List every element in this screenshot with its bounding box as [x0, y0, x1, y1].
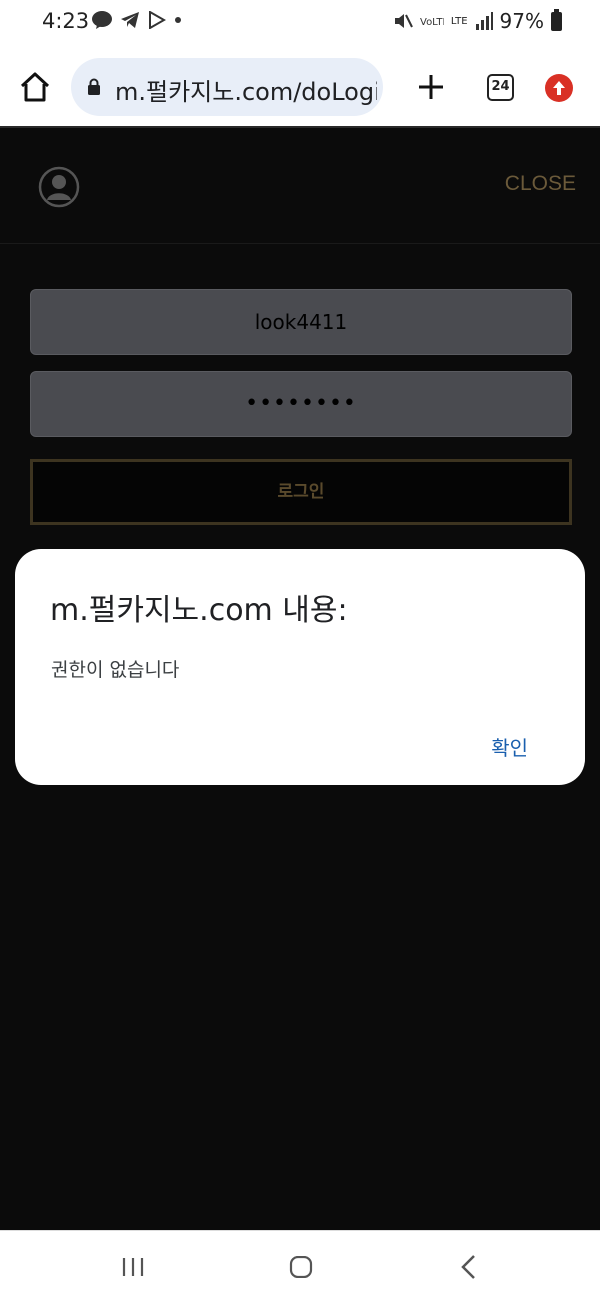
close-button[interactable]: CLOSE [505, 172, 576, 196]
address-bar[interactable]: m.펄카지노.com/doLogin [71, 58, 383, 116]
talk-icon [92, 11, 112, 29]
alert-dialog: m.펄카지노.com 내용: 권한이 없습니다 확인 [15, 549, 585, 785]
notification-icons [92, 11, 182, 29]
header-divider [0, 243, 600, 244]
clock: 4:23 [42, 9, 90, 33]
new-tab-icon[interactable] [414, 70, 448, 104]
telegram-icon [121, 12, 139, 28]
username-input[interactable]: look4411 [30, 289, 572, 355]
more-notifications-icon [175, 17, 181, 23]
mute-icon [394, 14, 413, 28]
signal-icon [475, 12, 493, 30]
password-input[interactable]: •••••••• [30, 371, 572, 437]
update-icon[interactable] [545, 74, 573, 102]
home-icon[interactable] [18, 70, 52, 104]
browser-toolbar: m.펄카지노.com/doLogin 24 [0, 46, 600, 128]
status-bar: 4:23 VoLTE LTE 97% [0, 0, 600, 46]
dialog-title: m.펄카지노.com 내용: [50, 593, 348, 628]
svg-text:VoLTE: VoLTE [420, 17, 444, 28]
battery-icon [551, 8, 562, 31]
back-icon[interactable] [459, 1254, 477, 1280]
url-text: m.펄카지노.com/doLogin [115, 78, 377, 106]
battery-percent: 97% [499, 9, 544, 33]
play-store-icon [149, 11, 166, 29]
ok-button[interactable]: 확인 [491, 732, 528, 761]
lock-icon [88, 78, 100, 95]
volte-icon: VoLTE [420, 17, 444, 28]
login-button[interactable]: 로그인 [30, 459, 572, 525]
system-icons: VoLTE LTE 97% [393, 8, 562, 33]
user-avatar-icon[interactable] [38, 166, 80, 208]
arrow-up-icon [553, 81, 565, 95]
tab-switcher-button[interactable]: 24 [487, 74, 514, 101]
dialog-message: 권한이 없습니다 [51, 659, 180, 681]
system-nav-bar [0, 1230, 600, 1300]
home-nav-icon[interactable] [289, 1256, 313, 1278]
recent-apps-icon[interactable] [121, 1256, 145, 1278]
network-label: LTE [450, 15, 468, 27]
